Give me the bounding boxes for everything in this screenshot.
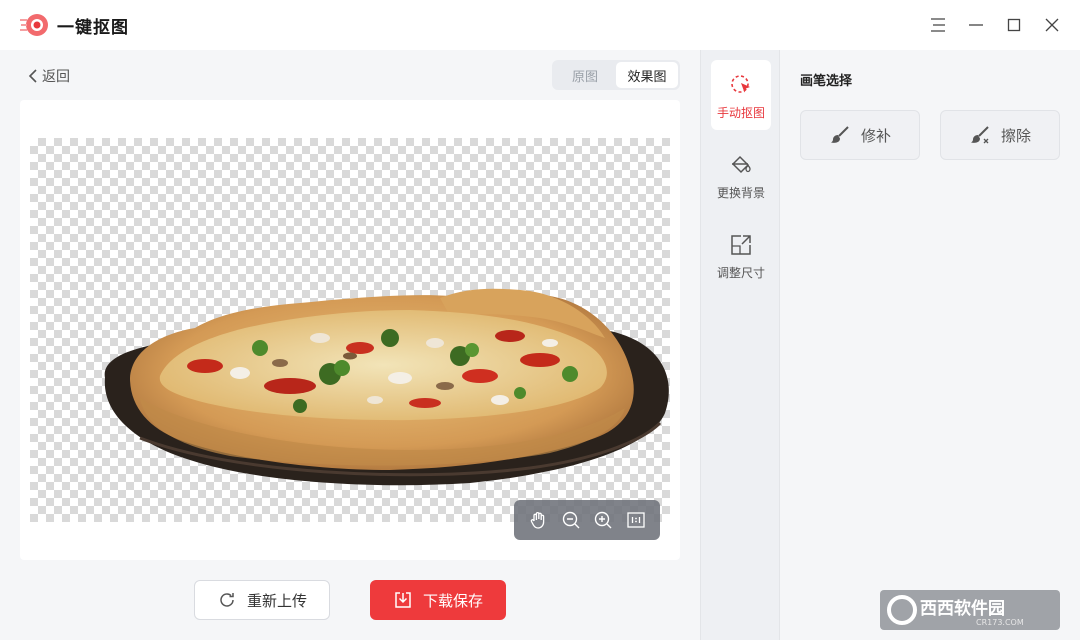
maximize-button[interactable] — [999, 10, 1029, 40]
manual-cutout-icon — [731, 75, 750, 93]
download-icon — [395, 592, 411, 608]
tool-rail: 手动抠图 更换背景 调整尺寸 — [700, 50, 780, 640]
menu-button[interactable] — [923, 10, 953, 40]
paint-bucket-icon — [731, 155, 751, 174]
panel-title: 画笔选择 — [800, 74, 853, 89]
tool-label: 调整尺寸 — [716, 266, 765, 280]
brush-panel: 画笔选择 修补 擦除 — [780, 50, 1080, 640]
actual-size-button[interactable] — [623, 507, 649, 533]
hand-icon — [531, 512, 545, 529]
tab-result[interactable]: 效果图 — [616, 62, 678, 88]
reupload-label: 重新上传 — [246, 591, 307, 610]
repair-label: 修补 — [860, 126, 891, 145]
tab-original[interactable]: 原图 — [554, 62, 616, 88]
repair-brush-icon — [830, 126, 849, 143]
erase-brush-icon — [970, 126, 989, 144]
resize-icon — [731, 235, 751, 255]
back-button[interactable]: 返回 — [28, 66, 70, 86]
pizza-image — [104, 288, 669, 486]
app-title: 一键抠图 — [57, 18, 129, 38]
close-icon — [1045, 18, 1059, 32]
download-label: 下载保存 — [422, 591, 483, 610]
canvas-card — [20, 100, 680, 560]
repair-brush-button[interactable]: 修补 — [800, 110, 920, 160]
tool-label: 手动抠图 — [716, 106, 765, 120]
chevron-left-icon — [28, 69, 37, 83]
tool-resize[interactable]: 调整尺寸 — [711, 220, 771, 290]
view-toggle: 原图 效果图 — [552, 60, 680, 90]
title-bar: 一键抠图 — [0, 0, 1080, 50]
tool-label: 更换背景 — [716, 186, 765, 200]
zoom-in-button[interactable] — [590, 507, 616, 533]
zoom-out-button[interactable] — [558, 507, 584, 533]
tool-manual-cutout[interactable]: 手动抠图 — [711, 60, 771, 130]
watermark-text: 西西软件园 — [920, 598, 1005, 619]
pan-button[interactable] — [525, 507, 551, 533]
reupload-button[interactable]: 重新上传 — [194, 580, 330, 620]
back-label: 返回 — [42, 69, 70, 85]
app-logo — [20, 14, 48, 36]
erase-label: 擦除 — [1000, 126, 1031, 145]
site-watermark: 西西软件园 CR173.COM — [880, 590, 1060, 630]
minimize-icon — [969, 24, 983, 26]
menu-icon — [931, 18, 945, 32]
actual-size-icon — [627, 512, 645, 528]
download-save-button[interactable]: 下载保存 — [370, 580, 506, 620]
erase-brush-button[interactable]: 擦除 — [940, 110, 1060, 160]
transparent-canvas[interactable] — [30, 138, 670, 522]
main-area: 返回 原图 效果图 重新上传 下载保存 — [0, 50, 700, 640]
tool-change-background[interactable]: 更换背景 — [711, 140, 771, 210]
minimize-button[interactable] — [961, 10, 991, 40]
refresh-icon — [220, 593, 234, 607]
zoom-in-icon — [595, 511, 612, 529]
zoom-out-icon — [562, 511, 580, 529]
zoom-toolbar — [514, 500, 660, 540]
close-button[interactable] — [1037, 10, 1067, 40]
watermark-subtext: CR173.COM — [976, 618, 1024, 627]
maximize-icon — [1007, 18, 1021, 32]
